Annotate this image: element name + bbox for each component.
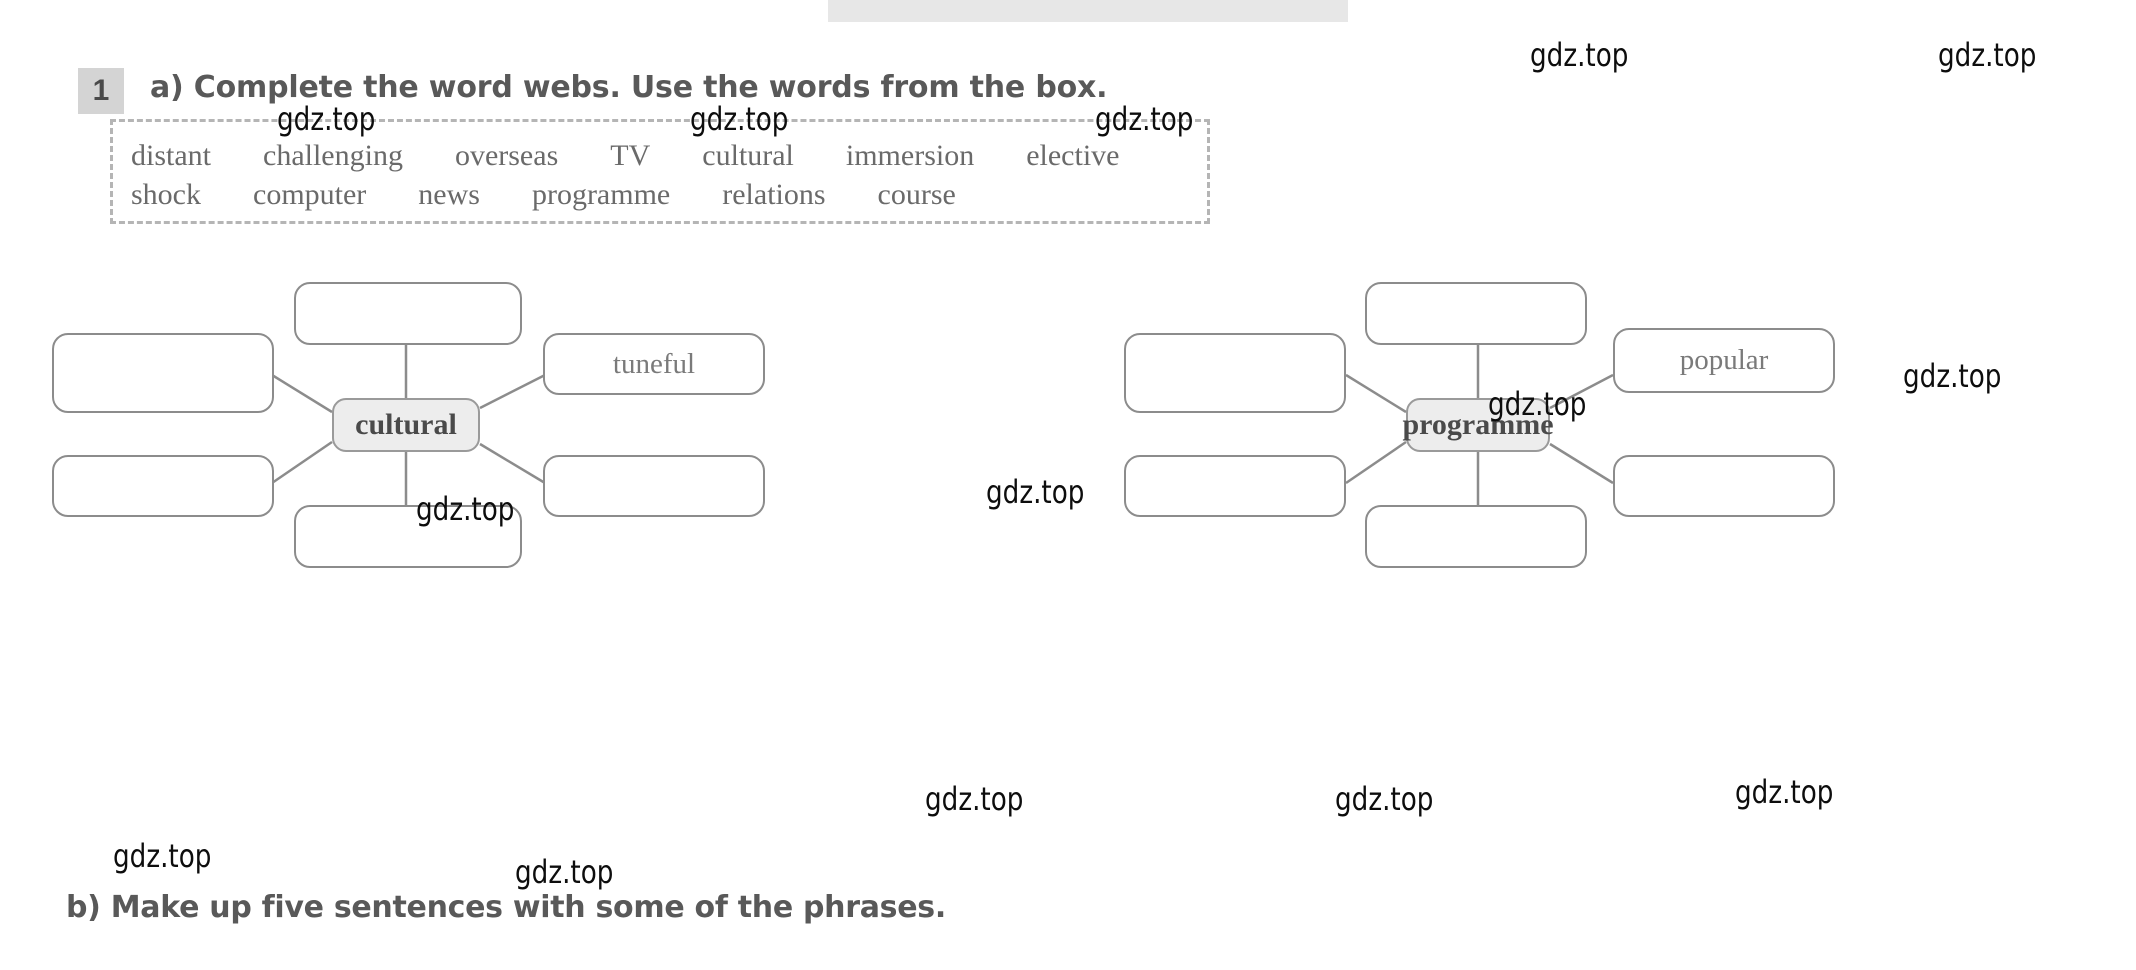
web-node-programme-top-left[interactable] (1124, 333, 1346, 413)
watermark: gdz.top (925, 780, 1024, 818)
watermark: gdz.top (1335, 780, 1434, 818)
watermark: gdz.top (1903, 357, 2002, 395)
web-node-programme-bottom[interactable] (1365, 505, 1587, 568)
web-node-cultural-bottom-right[interactable] (543, 455, 765, 517)
watermark: gdz.top (113, 837, 212, 875)
watermark: gdz.top (515, 853, 614, 891)
watermark: gdz.top (1938, 36, 2037, 74)
web-node-cultural-bottom-left[interactable] (52, 455, 274, 517)
web-node-cultural-top[interactable] (294, 282, 522, 345)
watermark: gdz.top (277, 100, 376, 138)
watermark: gdz.top (1735, 773, 1834, 811)
watermark: gdz.top (986, 473, 1085, 511)
word-web-cultural: tuneful cultural (0, 0, 1068, 970)
word-web-programme: popular programme (1068, 0, 2136, 970)
web-node-programme-top[interactable] (1365, 282, 1587, 345)
web-node-programme-top-right[interactable]: popular (1613, 328, 1835, 393)
web-node-cultural-top-left[interactable] (52, 333, 274, 413)
watermark: gdz.top (1530, 36, 1629, 74)
watermark: gdz.top (416, 490, 515, 528)
web-node-cultural-top-right[interactable]: tuneful (543, 333, 765, 395)
watermark: gdz.top (1095, 100, 1194, 138)
web-node-programme-bottom-left[interactable] (1124, 455, 1346, 517)
web-node-programme-bottom-right[interactable] (1613, 455, 1835, 517)
watermark: gdz.top (690, 100, 789, 138)
watermark: gdz.top (1488, 385, 1587, 423)
web-center-cultural: cultural (332, 398, 480, 452)
